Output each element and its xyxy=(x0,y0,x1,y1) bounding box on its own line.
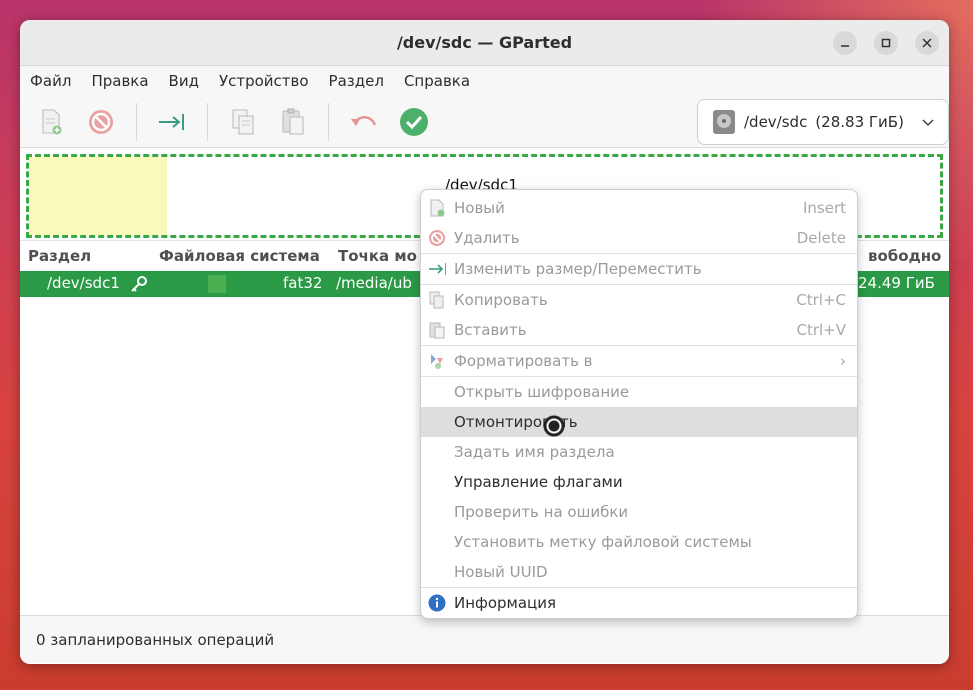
new-icon xyxy=(428,199,446,217)
menubar: Файл Правка Вид Устройство Раздел Справк… xyxy=(20,66,949,96)
menu-item-set-partition-name[interactable]: Задать имя раздела xyxy=(421,437,857,467)
apply-button[interactable] xyxy=(399,107,429,137)
copy-icon xyxy=(232,109,254,134)
toolbar-separator xyxy=(136,102,137,141)
column-filesystem[interactable]: Файловая система xyxy=(159,247,320,265)
close-icon xyxy=(922,38,932,48)
menu-edit[interactable]: Правка xyxy=(91,72,148,90)
menu-item-paste[interactable]: Вставить Ctrl+V xyxy=(421,315,857,345)
used-space-bar xyxy=(29,157,167,235)
key-icon xyxy=(131,276,147,292)
menu-item-new[interactable]: Новый Insert xyxy=(421,193,857,223)
menu-view[interactable]: Вид xyxy=(169,72,199,90)
filesystem-color-swatch xyxy=(208,275,226,293)
toolbar-separator xyxy=(328,102,329,141)
resize-icon xyxy=(428,260,446,278)
chevron-right-icon: › xyxy=(840,352,846,370)
column-partition[interactable]: Раздел xyxy=(28,247,91,265)
menu-device[interactable]: Устройство xyxy=(219,72,309,90)
resize-move-button[interactable] xyxy=(157,107,187,137)
toolbar-separator xyxy=(207,102,208,141)
menu-item-unmount[interactable]: Отмонтировать xyxy=(421,407,857,437)
toolbar: /dev/sdc (28.83 ГиБ) xyxy=(20,96,949,148)
menu-file[interactable]: Файл xyxy=(30,72,71,90)
menu-item-resize-move[interactable]: Изменить размер/Переместить xyxy=(421,254,857,284)
menu-item-format[interactable]: Форматировать в › xyxy=(421,346,857,376)
undo-icon xyxy=(351,115,377,126)
minimize-icon xyxy=(841,45,849,47)
menu-item-copy[interactable]: Копировать Ctrl+C xyxy=(421,285,857,315)
menu-help[interactable]: Справка xyxy=(404,72,470,90)
window-title: /dev/sdc — GParted xyxy=(396,33,573,52)
minimize-button[interactable] xyxy=(833,31,857,55)
menu-item-delete[interactable]: Удалить Delete xyxy=(421,223,857,253)
copy-icon xyxy=(428,291,446,309)
row-filesystem: fat32 xyxy=(283,274,323,292)
menu-item-new-uuid[interactable]: Новый UUID xyxy=(421,557,857,587)
menu-item-open-encryption[interactable]: Открыть шифрование xyxy=(421,377,857,407)
maximize-icon xyxy=(881,38,891,48)
new-partition-button[interactable] xyxy=(36,107,66,137)
menu-item-manage-flags[interactable]: Управление флагами xyxy=(421,467,857,497)
menu-item-check[interactable]: Проверить на ошибки xyxy=(421,497,857,527)
paste-button[interactable] xyxy=(278,107,308,137)
undo-button[interactable] xyxy=(349,107,379,137)
device-name: /dev/sdc xyxy=(744,113,808,131)
row-mountpoint: /media/ub xyxy=(336,274,412,292)
new-partition-icon xyxy=(42,109,62,134)
status-bar: 0 запланированных операций xyxy=(20,615,949,663)
column-free[interactable]: вободно xyxy=(868,247,941,265)
maximize-button[interactable] xyxy=(874,31,898,55)
mouse-cursor xyxy=(543,415,565,437)
paste-icon xyxy=(282,108,304,134)
format-icon xyxy=(428,352,446,370)
context-menu: Новый Insert Удалить Delete Изменить раз… xyxy=(420,189,858,619)
column-mountpoint[interactable]: Точка мо xyxy=(338,247,417,265)
titlebar: /dev/sdc — GParted xyxy=(20,20,949,66)
pending-operations-label: 0 запланированных операций xyxy=(36,630,275,649)
info-icon xyxy=(428,594,446,612)
row-partition: /dev/sdc1 xyxy=(47,274,120,292)
device-selector[interactable]: /dev/sdc (28.83 ГиБ) xyxy=(697,99,949,145)
apply-icon xyxy=(400,107,428,136)
hard-disk-icon xyxy=(713,110,735,134)
menu-partition[interactable]: Раздел xyxy=(329,72,384,90)
menu-item-information[interactable]: Информация xyxy=(421,588,857,618)
row-free: 24.49 ГиБ xyxy=(858,274,935,292)
chevron-down-icon xyxy=(922,119,934,127)
delete-partition-button[interactable] xyxy=(86,107,116,137)
copy-button[interactable] xyxy=(228,107,258,137)
delete-icon xyxy=(428,229,446,247)
paste-icon xyxy=(428,321,446,339)
menu-item-set-label[interactable]: Установить метку файловой системы xyxy=(421,527,857,557)
close-button[interactable] xyxy=(915,31,939,55)
delete-icon xyxy=(89,109,113,134)
device-size: (28.83 ГиБ) xyxy=(815,113,904,131)
resize-move-icon xyxy=(159,113,184,130)
